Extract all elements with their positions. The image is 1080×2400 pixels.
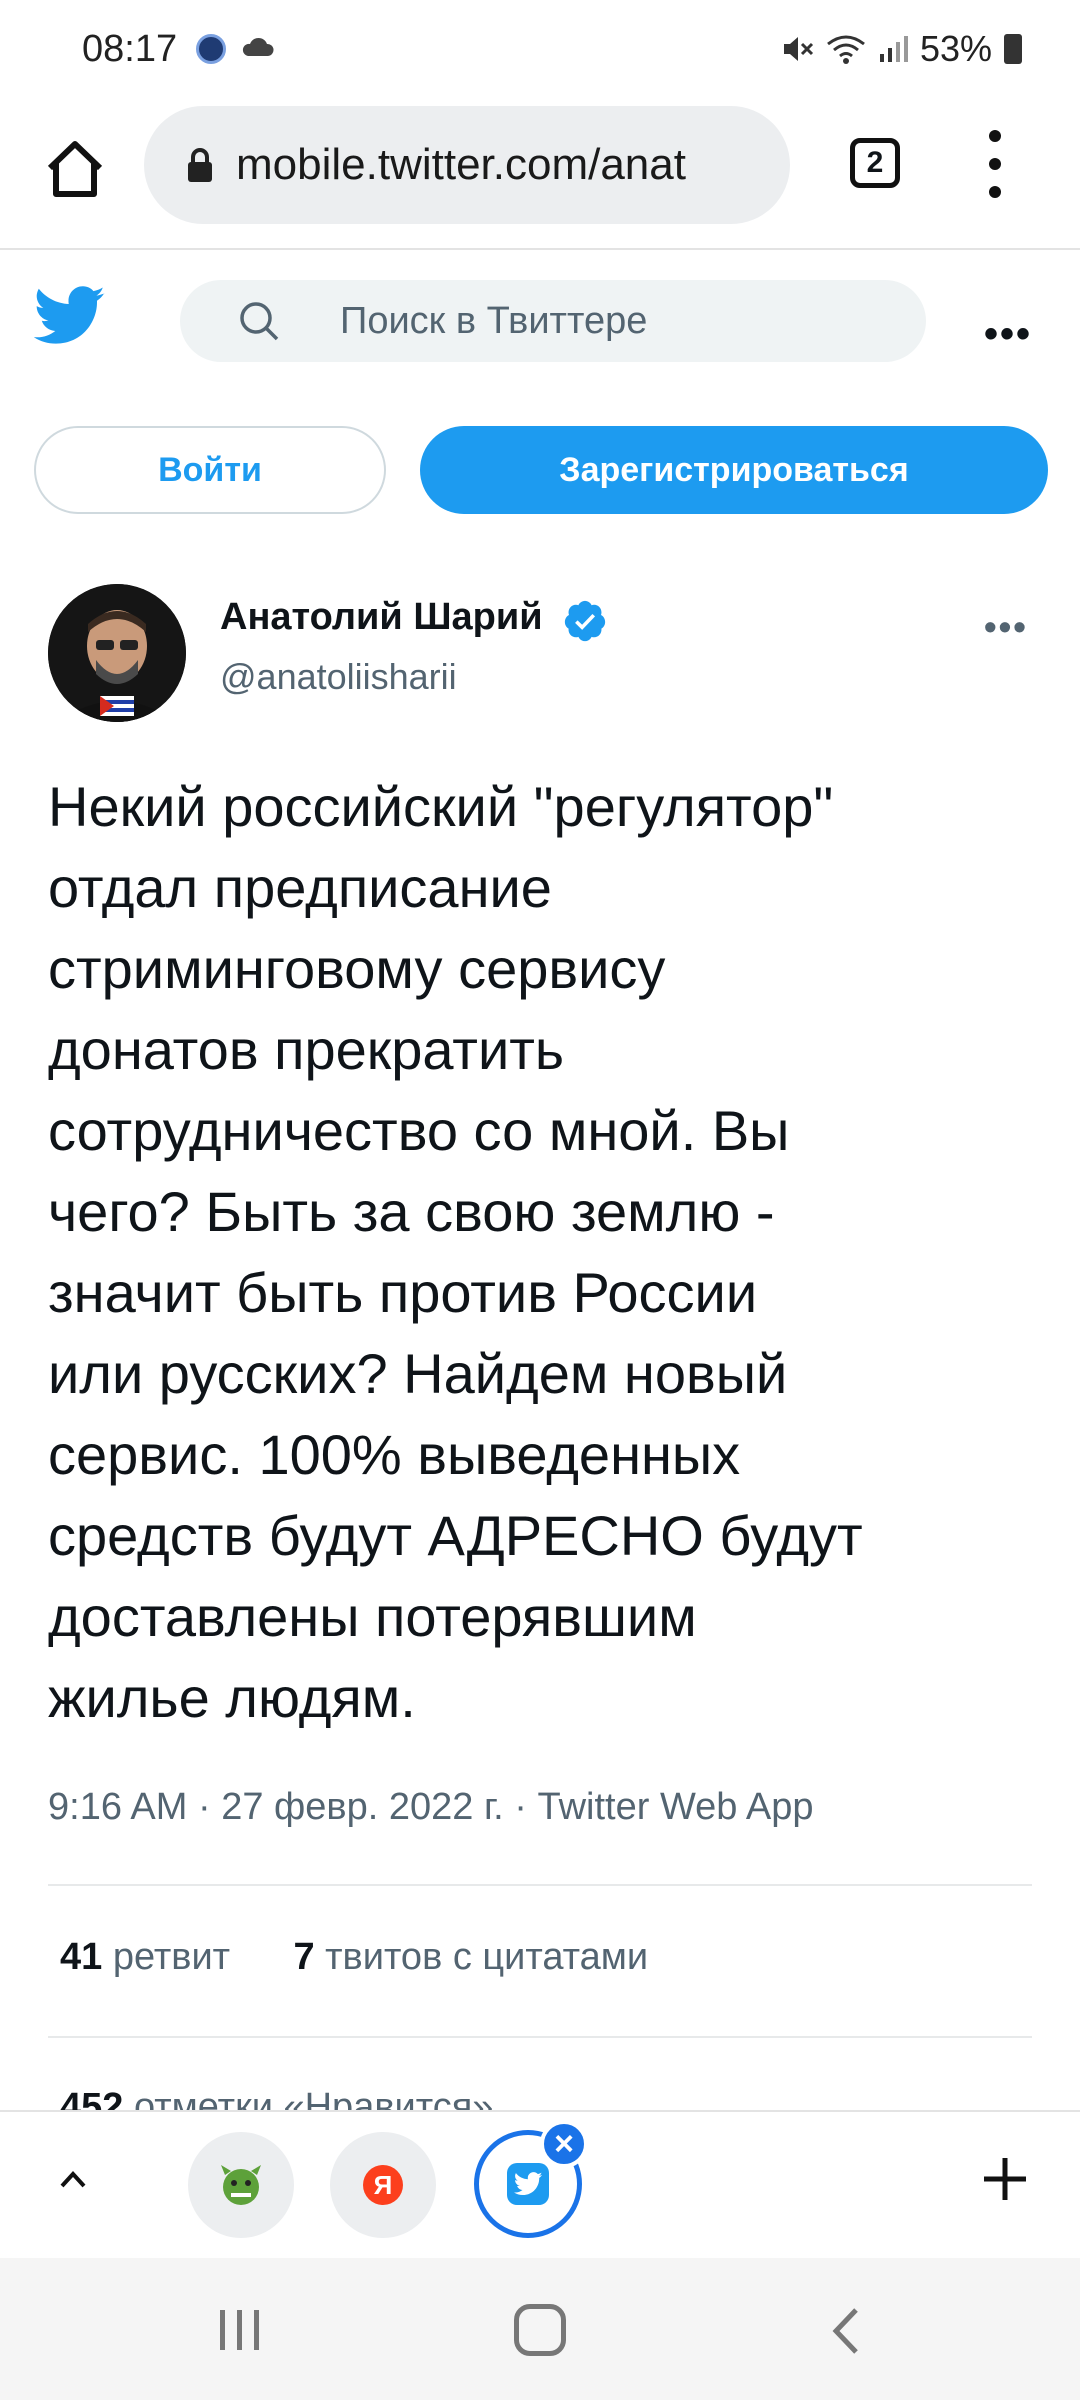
plus-icon[interactable] — [978, 2152, 1032, 2206]
signup-button[interactable]: Зарегистрироваться — [420, 426, 1048, 514]
lock-icon — [188, 148, 212, 182]
signal-icon — [879, 36, 908, 62]
retweets-count: 41 — [60, 1936, 103, 1978]
browser-toolbar: mobile.twitter.com/anat 2 — [0, 100, 1080, 250]
avatar[interactable] — [48, 584, 186, 722]
search-input[interactable]: Поиск в Твиттере — [180, 280, 926, 362]
url-text: mobile.twitter.com/anat — [236, 140, 686, 189]
battery-icon — [1004, 34, 1022, 64]
system-nav-bar — [0, 2258, 1080, 2400]
browser-tab-bar: Я × — [0, 2110, 1080, 2258]
cloud-icon — [242, 37, 274, 56]
login-button[interactable]: Войти — [34, 426, 386, 514]
search-icon — [240, 302, 279, 341]
tab-ogre-site[interactable] — [188, 2132, 294, 2238]
home-icon[interactable] — [42, 136, 108, 202]
battery-percent: 53% — [919, 28, 992, 69]
wifi-icon — [827, 35, 865, 64]
twitter-tab-icon — [507, 2163, 549, 2205]
svg-text:Я: Я — [374, 2170, 393, 2200]
browser-menu-icon[interactable] — [980, 130, 1010, 202]
divider — [48, 2036, 1032, 2038]
verified-badge-icon — [564, 600, 606, 642]
tweet-more-icon[interactable]: ••• — [984, 606, 1028, 648]
retweets-link[interactable]: 41 ретвит — [60, 1936, 230, 1978]
status-bar: 08:17 53% — [0, 0, 1080, 100]
app-notification-icon — [196, 34, 226, 64]
status-indicators: 53% — [780, 28, 1022, 70]
mute-icon — [783, 37, 813, 61]
yandex-icon: Я — [363, 2165, 403, 2205]
tweet-timestamp[interactable]: 9:16 AM · 27 февр. 2022 г. · Twitter Web… — [48, 1786, 813, 1829]
home-nav-icon[interactable] — [514, 2304, 566, 2356]
twitter-logo-icon[interactable] — [34, 286, 106, 346]
recent-apps-icon[interactable] — [216, 2308, 264, 2352]
tab-count-button[interactable]: 2 — [850, 138, 900, 188]
retweets-label: ретвит — [112, 1936, 231, 1978]
author-name[interactable]: Анатолий Шарий — [220, 596, 543, 639]
tweet-text: Некий российский "регулятор" отдал предп… — [48, 775, 863, 1729]
avatar-image — [48, 584, 186, 722]
close-tab-icon[interactable]: × — [540, 2120, 588, 2168]
chevron-up-icon[interactable] — [50, 2156, 96, 2202]
search-placeholder: Поиск в Твиттере — [340, 300, 648, 342]
back-icon[interactable] — [826, 2304, 866, 2358]
ogre-icon — [221, 2165, 261, 2205]
quotes-link[interactable]: 7 твитов с цитатами — [293, 1936, 648, 1978]
divider — [48, 1884, 1032, 1886]
tab-yandex[interactable]: Я — [330, 2132, 436, 2238]
address-bar[interactable]: mobile.twitter.com/anat — [144, 106, 790, 224]
status-time: 08:17 — [82, 28, 178, 70]
quotes-count: 7 — [293, 1936, 315, 1978]
author-handle[interactable]: @anatoliisharii — [220, 656, 457, 698]
quotes-label: твитов с цитатами — [325, 1936, 649, 1978]
tweet-stats: 41 ретвит 7 твитов с цитатами — [60, 1936, 648, 1979]
more-options-icon[interactable]: ••• — [984, 312, 1032, 357]
